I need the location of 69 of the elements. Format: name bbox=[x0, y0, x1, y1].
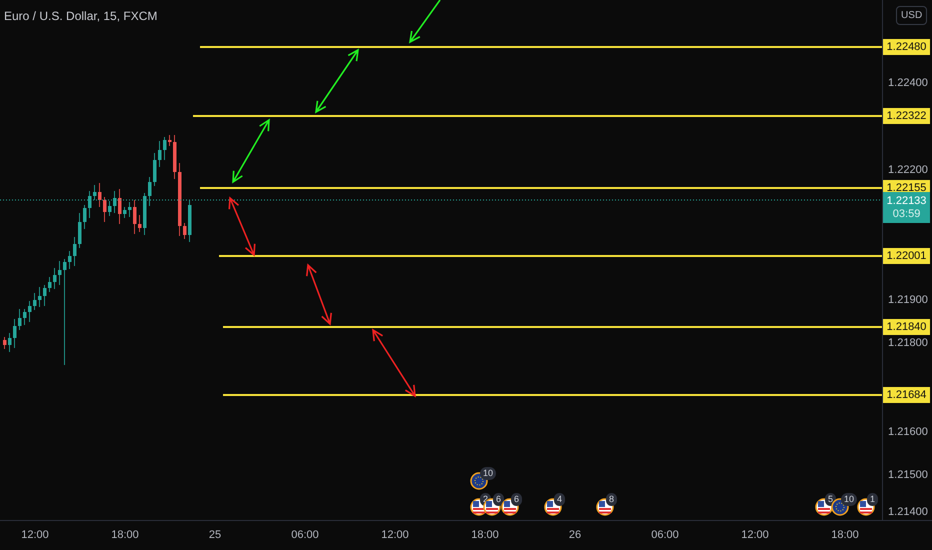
candle bbox=[158, 140, 162, 168]
count-badge: 1 bbox=[867, 493, 878, 506]
countdown-timer: 03:59 bbox=[892, 208, 920, 220]
price-tick: 1.22200 bbox=[888, 163, 928, 177]
candle bbox=[98, 182, 102, 208]
count-badge: 10 bbox=[841, 493, 858, 506]
time-tick: 26 bbox=[568, 529, 582, 541]
candle bbox=[18, 308, 22, 330]
price-label: 1.22322 bbox=[883, 108, 930, 124]
candle bbox=[118, 188, 122, 224]
time-tick: 18:00 bbox=[471, 529, 499, 541]
count-badge: 4 bbox=[554, 493, 566, 506]
candle bbox=[103, 196, 106, 222]
candle bbox=[143, 192, 146, 236]
candle bbox=[53, 268, 56, 290]
count-badge: 6 bbox=[493, 493, 504, 506]
candle bbox=[38, 286, 42, 308]
price-label: 1.22001 bbox=[883, 248, 930, 264]
price-tick: 1.21400 bbox=[888, 505, 928, 519]
price-tick: 1.21500 bbox=[888, 468, 928, 482]
count-badge: 10 bbox=[480, 467, 496, 480]
price-tick: 1.22400 bbox=[888, 76, 928, 90]
candle bbox=[173, 134, 176, 180]
price-tick: 1.21900 bbox=[888, 293, 928, 307]
time-tick: 12:00 bbox=[741, 529, 769, 541]
candle bbox=[88, 190, 92, 218]
price-label: 1.22480 bbox=[883, 39, 930, 55]
candle bbox=[188, 200, 192, 242]
time-tick: 06:00 bbox=[651, 529, 679, 541]
candle bbox=[33, 292, 36, 310]
candle bbox=[58, 260, 62, 286]
candle bbox=[148, 176, 152, 206]
candle bbox=[28, 300, 32, 322]
count-badge: 8 bbox=[606, 493, 618, 506]
candle bbox=[153, 152, 156, 186]
candle bbox=[133, 200, 136, 234]
candle bbox=[73, 236, 76, 266]
time-tick: 25 bbox=[208, 529, 222, 541]
candle bbox=[183, 222, 186, 240]
count-badge: 6 bbox=[511, 493, 522, 506]
price-label: 1.21840 bbox=[883, 319, 930, 335]
candle bbox=[23, 308, 26, 326]
current-price: 1.22133 bbox=[886, 194, 926, 208]
candle bbox=[83, 204, 86, 230]
candle bbox=[78, 212, 82, 248]
candle bbox=[128, 202, 132, 218]
candle bbox=[123, 206, 126, 218]
candle bbox=[113, 190, 116, 214]
candle bbox=[163, 136, 166, 160]
candle bbox=[13, 318, 16, 348]
currency-button[interactable]: USD bbox=[896, 6, 928, 25]
candle bbox=[138, 214, 142, 232]
price-tick: 1.21600 bbox=[888, 425, 928, 439]
price-label: 1.21684 bbox=[883, 387, 930, 403]
candle bbox=[93, 184, 96, 200]
time-tick: 06:00 bbox=[291, 529, 319, 541]
candle bbox=[168, 134, 172, 146]
candle bbox=[108, 200, 112, 216]
price-tick: 1.21800 bbox=[888, 336, 928, 350]
time-tick: 12:00 bbox=[21, 529, 49, 541]
time-tick: 18:00 bbox=[831, 529, 859, 541]
time-tick: 18:00 bbox=[111, 529, 139, 541]
chart-title: Euro / U.S. Dollar, 15, FXCM bbox=[4, 9, 158, 23]
candle bbox=[3, 336, 6, 350]
candle bbox=[43, 284, 46, 306]
candle bbox=[48, 276, 52, 292]
candle bbox=[68, 250, 72, 270]
candle bbox=[8, 332, 12, 352]
time-tick: 12:00 bbox=[381, 529, 409, 541]
